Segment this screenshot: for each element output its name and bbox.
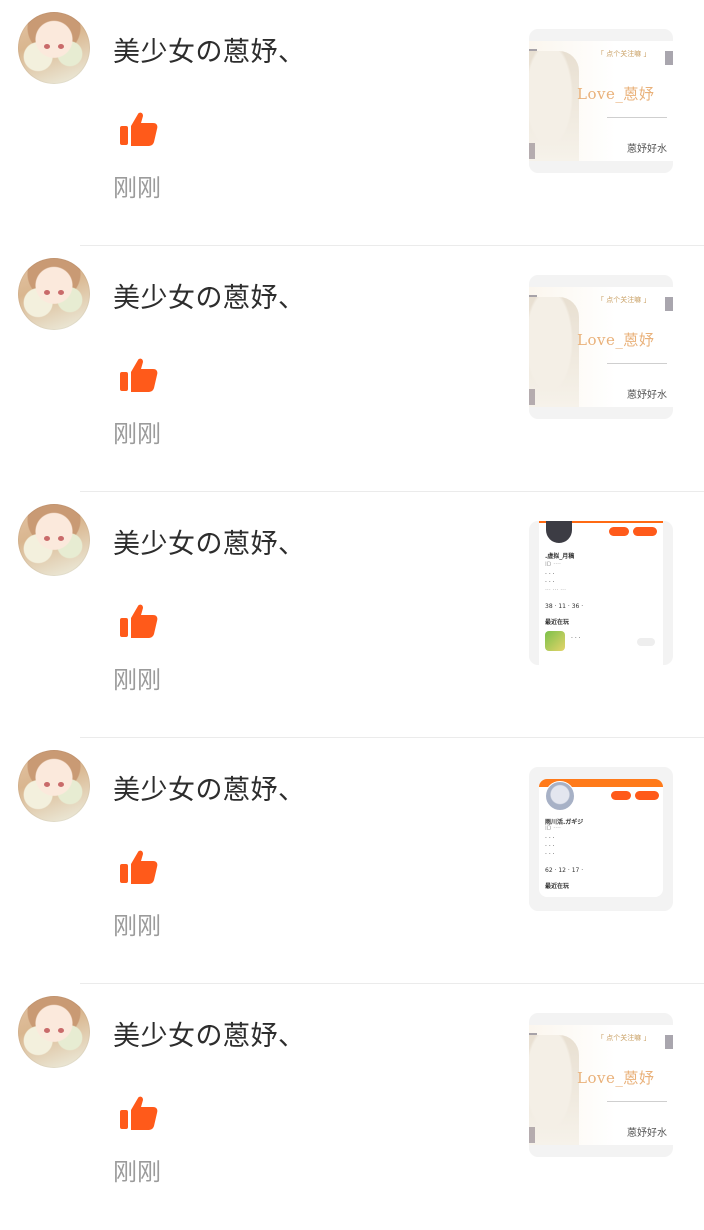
thumbs-up-icon [120,850,158,884]
list-item[interactable]: 美少女の蒽妤、 刚刚 .虛拟_月稿 ID ···· · · · · · · ··… [0,492,704,738]
username[interactable]: 美少女の蒽妤、 [113,522,306,561]
post-thumbnail[interactable]: .虛拟_月稿 ID ···· · · · · · · ··· ··· ··· 3… [529,521,673,665]
avatar[interactable] [18,504,90,576]
list-item[interactable]: 美少女の蒽妤、 刚刚 「 点个关注嘛 」 Love_蒽妤 蒽妤好水 [0,984,704,1230]
thumbs-up-icon [120,358,158,392]
thumbs-up-icon [120,1096,158,1130]
avatar[interactable] [18,996,90,1068]
avatar[interactable] [18,258,90,330]
avatar[interactable] [18,750,90,822]
post-thumbnail[interactable]: 雨川活.ガギジ ID ···· · · · · · · · · · 62 · 1… [529,767,673,911]
notification-list: 美少女の蒽妤、 刚刚 「 点个关注嘛 」 Love_蒽妤 蒽妤好水 美少女の蒽妤… [0,0,704,1230]
list-item[interactable]: 美少女の蒽妤、 刚刚 「 点个关注嘛 」 Love_蒽妤 蒽妤好水 [0,0,704,246]
list-item[interactable]: 美少女の蒽妤、 刚刚 雨川活.ガギジ ID ···· · · · · · · ·… [0,738,704,984]
timestamp: 刚刚 [113,912,161,940]
post-thumbnail[interactable]: 「 点个关注嘛 」 Love_蒽妤 蒽妤好水 [529,29,673,173]
timestamp: 刚刚 [113,420,161,448]
list-item[interactable]: 美少女の蒽妤、 刚刚 「 点个关注嘛 」 Love_蒽妤 蒽妤好水 [0,246,704,492]
username[interactable]: 美少女の蒽妤、 [113,1014,306,1053]
thumbs-up-icon [120,604,158,638]
post-thumbnail[interactable]: 「 点个关注嘛 」 Love_蒽妤 蒽妤好水 [529,275,673,419]
username[interactable]: 美少女の蒽妤、 [113,30,306,69]
username[interactable]: 美少女の蒽妤、 [113,768,306,807]
timestamp: 刚刚 [113,666,161,694]
thumbs-up-icon [120,112,158,146]
avatar[interactable] [18,12,90,84]
timestamp: 刚刚 [113,1158,161,1186]
post-thumbnail[interactable]: 「 点个关注嘛 」 Love_蒽妤 蒽妤好水 [529,1013,673,1157]
timestamp: 刚刚 [113,174,161,202]
username[interactable]: 美少女の蒽妤、 [113,276,306,315]
